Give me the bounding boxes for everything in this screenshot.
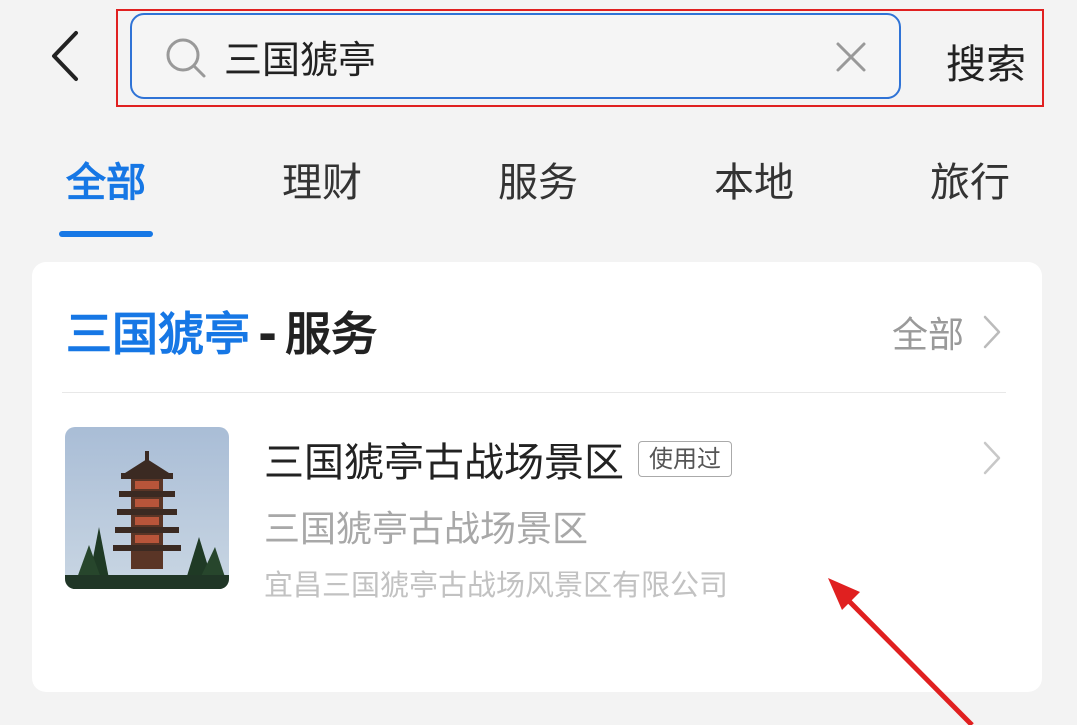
section-separator: - xyxy=(258,307,278,361)
search-input[interactable] xyxy=(224,29,804,83)
search-button[interactable]: 搜索 xyxy=(946,32,1026,90)
annotation-arrow xyxy=(828,578,974,725)
active-tab-indicator xyxy=(59,231,153,237)
tab-local[interactable]: 本地 xyxy=(694,150,814,208)
tab-services[interactable]: 服务 xyxy=(478,150,598,208)
view-all-label: 全部 xyxy=(891,315,964,356)
tab-travel[interactable]: 旅行 xyxy=(910,150,1030,208)
search-bar[interactable] xyxy=(130,13,901,99)
used-badge: 使用过 xyxy=(638,440,732,478)
tab-finance[interactable]: 理财 xyxy=(262,150,382,208)
clear-icon[interactable] xyxy=(833,39,869,75)
chevron-left-icon xyxy=(52,31,78,81)
scenic-area-thumbnail xyxy=(65,427,229,589)
section-category: 服务 xyxy=(285,307,378,361)
section-title: 三国猇亭 - 服务 xyxy=(66,298,377,364)
result-title-row: 三国猇亭古战场景区 使用过 xyxy=(264,430,732,488)
back-button[interactable] xyxy=(40,28,90,84)
search-icon xyxy=(166,38,206,78)
chevron-right-icon xyxy=(983,441,1001,475)
view-all-link[interactable]: 全部 xyxy=(892,306,1002,358)
section-keyword: 三国猇亭 xyxy=(66,307,250,361)
result-subtitle: 三国猇亭古战场景区 xyxy=(264,509,589,550)
tab-all[interactable]: 全部 xyxy=(46,150,166,208)
category-tabs: 全部 理财 服务 本地 旅行 xyxy=(0,150,1077,240)
chevron-right-icon xyxy=(983,315,1001,349)
result-company: 宜昌三国猇亭古战场风景区有限公司 xyxy=(264,568,729,602)
result-title: 三国猇亭古战场景区 xyxy=(264,440,624,486)
